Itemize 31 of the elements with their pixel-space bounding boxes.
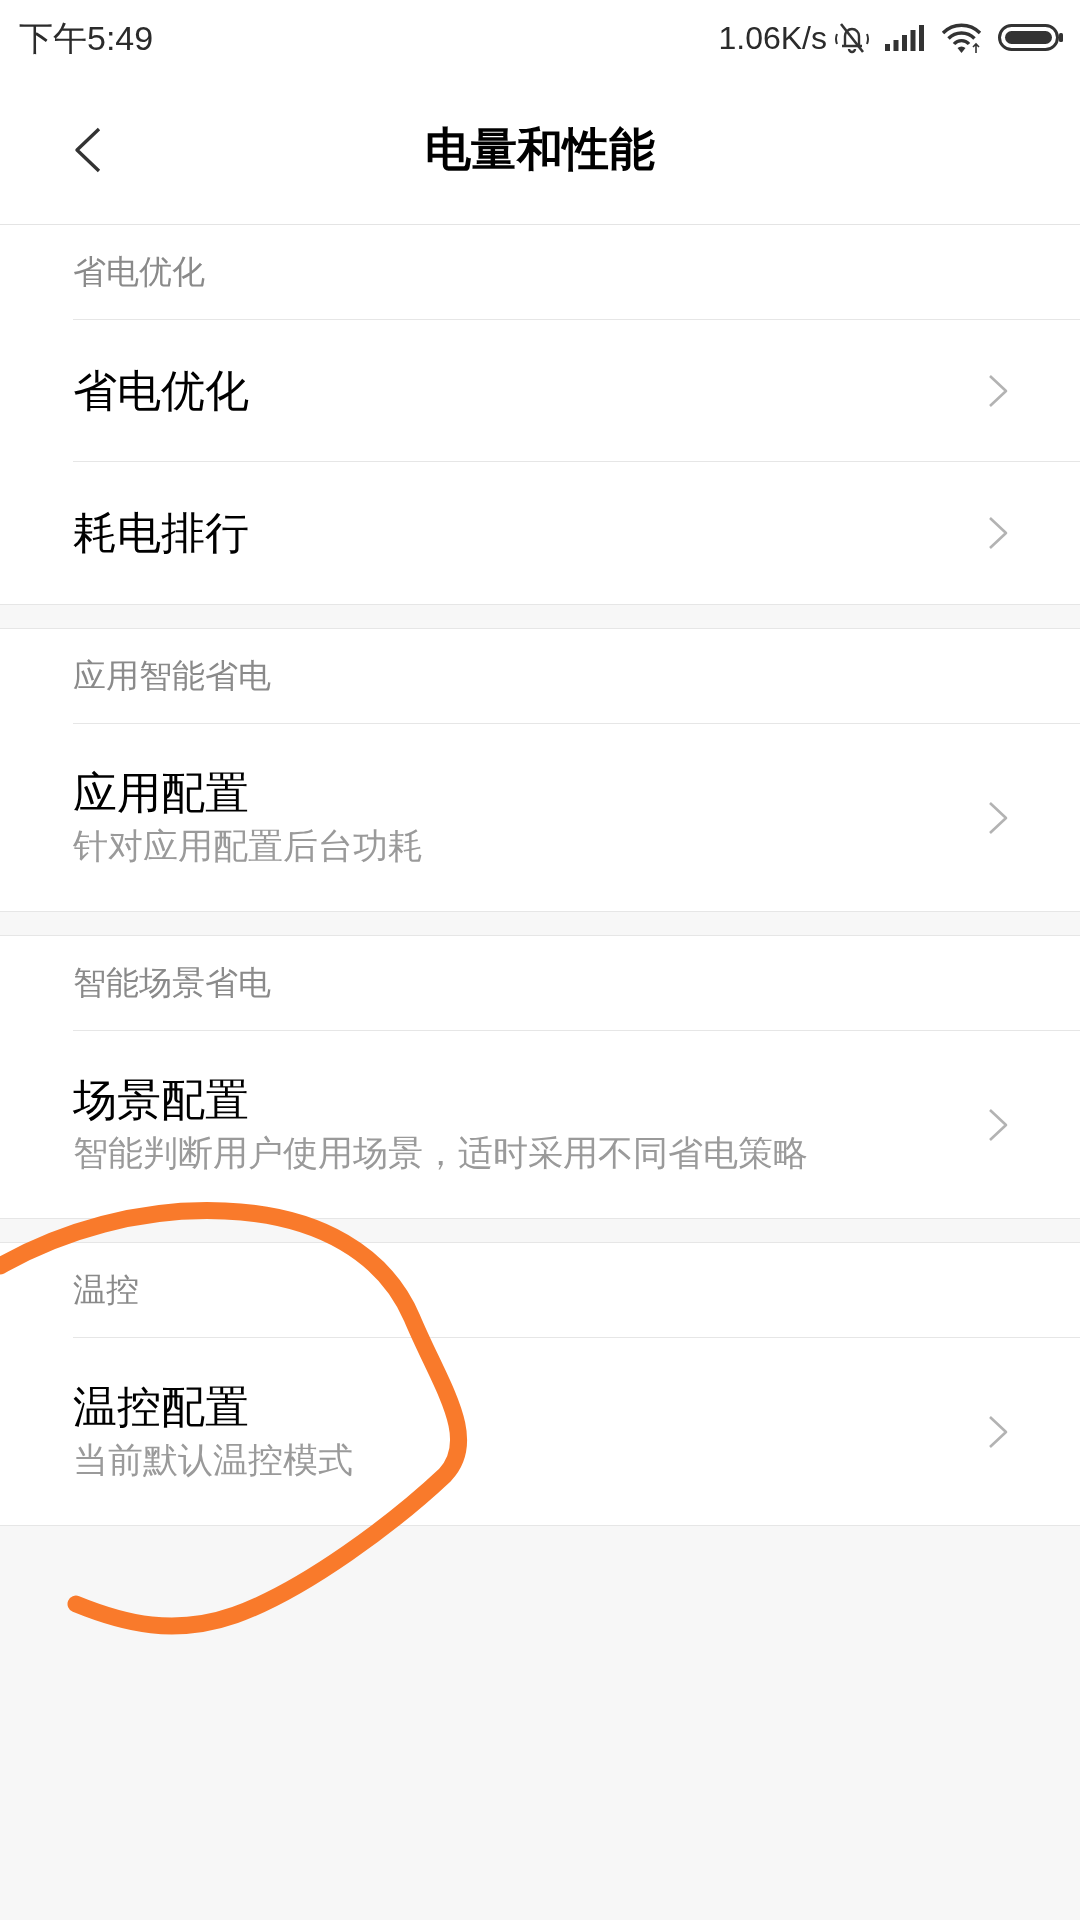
chevron-right-icon (988, 800, 1008, 835)
item-subtitle: 当前默认温控模式 (73, 1438, 354, 1481)
item-title: 应用配置 (73, 766, 250, 819)
item-title: 温控配置 (73, 1380, 250, 1433)
back-button[interactable] (74, 126, 101, 173)
item-title: 省电优化 (73, 364, 250, 417)
section-title: 省电优化 (73, 252, 205, 292)
item-title: 耗电排行 (73, 507, 250, 559)
item-title: 场景配置 (73, 1073, 250, 1126)
chevron-right-icon (988, 1107, 1008, 1142)
section-title: 温控 (73, 1270, 139, 1310)
chevron-right-icon (988, 373, 1008, 408)
list-item[interactable]: 应用配置 针对应用配置后台功耗 (0, 724, 1080, 911)
section-title: 应用智能省电 (73, 656, 271, 696)
list-item[interactable]: 温控配置 当前默认温控模式 (0, 1338, 1080, 1525)
signal-icon (885, 24, 925, 51)
list-item[interactable]: 场景配置 智能判断用户使用场景，适时采用不同省电策略 (0, 1031, 1080, 1218)
item-subtitle: 智能判断用户使用场景，适时采用不同省电策略 (73, 1131, 809, 1174)
status-time: 下午5:49 (19, 20, 154, 55)
wifi-icon (941, 21, 982, 54)
chevron-right-icon (988, 516, 1008, 550)
chevron-right-icon (988, 1414, 1008, 1449)
bell-muted-icon (835, 21, 869, 54)
page-title: 电量和性能 (425, 121, 655, 177)
section-title: 智能场景省电 (73, 963, 271, 1003)
list-item[interactable]: 省电优化 (0, 320, 1080, 462)
network-speed: 1.06K/s (718, 21, 827, 54)
chevron-left-icon (74, 126, 101, 173)
item-subtitle: 针对应用配置后台功耗 (73, 824, 424, 867)
list-item[interactable]: 耗电排行 (0, 462, 1080, 604)
battery-icon (998, 24, 1064, 51)
